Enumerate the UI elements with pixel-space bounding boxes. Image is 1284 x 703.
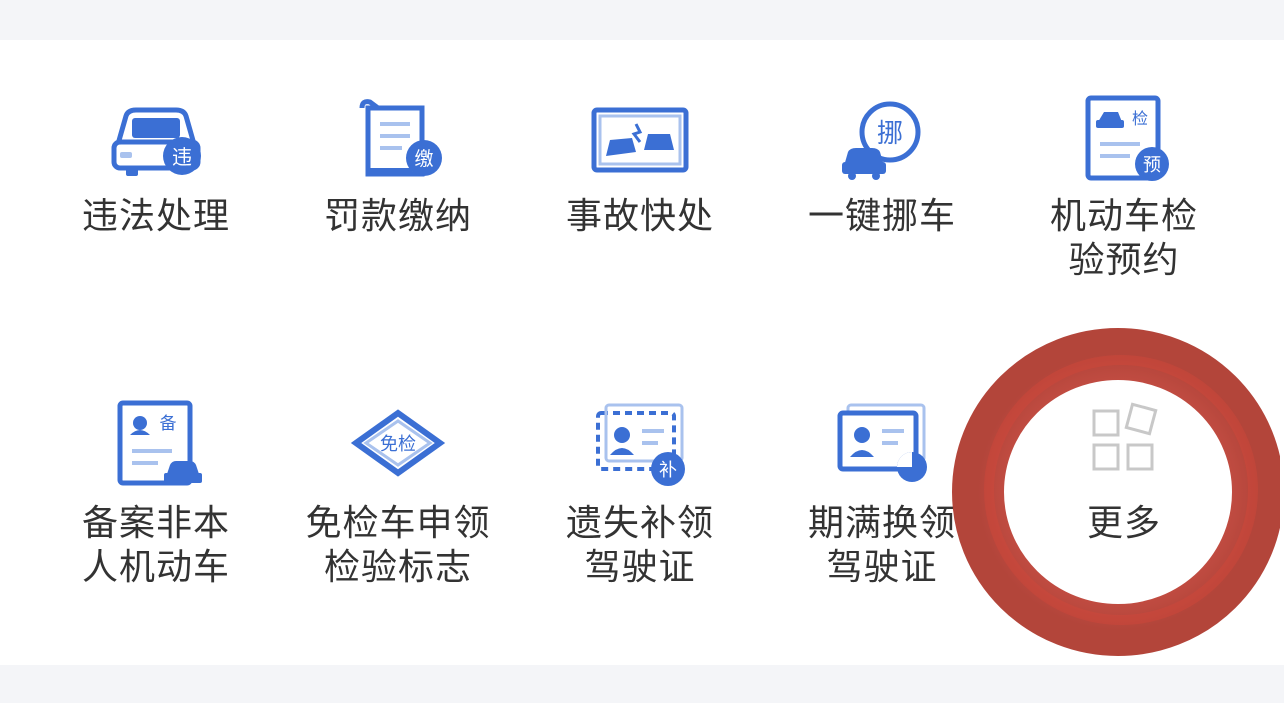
service-label: 违法处理 (81, 196, 230, 237)
exempt-diamond-icon: 免检 (350, 409, 446, 477)
service-more[interactable]: 更多 (1003, 344, 1245, 644)
service-label: 遗失补领 驾驶证 (565, 503, 714, 588)
lost-license-icon: 补 (596, 403, 685, 486)
violation-badge-text: 违 (172, 145, 192, 169)
car-violation-icon: 违 (111, 107, 201, 176)
move-car-badge-text: 挪 (877, 119, 903, 149)
renew-license-icon (837, 403, 927, 482)
service-replace-lost-license[interactable]: 补 遗失补领 驾驶证 (519, 344, 761, 644)
inspection-tag-text: 检 (1132, 109, 1148, 128)
service-label: 免检车申领 检验标志 (305, 503, 491, 588)
service-inspection-exempt-label[interactable]: 免检 免检车申领 检验标志 (277, 344, 519, 644)
booking-badge-text: 预 (1143, 155, 1161, 176)
register-tag-text: 备 (160, 414, 177, 434)
inspection-booking-icon: 检 预 (1085, 95, 1169, 181)
service-move-car[interactable]: 挪 一键挪车 (761, 40, 1003, 340)
service-vehicle-inspection-booking[interactable]: 检 预 机动车检 验预约 (1003, 40, 1245, 340)
exempt-badge-text: 免检 (380, 434, 416, 455)
more-grid-icon (1092, 402, 1158, 471)
service-fine-payment[interactable]: 缴 罚款缴纳 (277, 40, 519, 340)
service-label: 罚款缴纳 (323, 196, 472, 237)
service-renew-expired-license[interactable]: 期满换领 驾驶证 (761, 344, 1003, 644)
service-label: 备案非本 人机动车 (81, 503, 230, 588)
screen: 违 违法处理 缴 罚款缴纳 事故快处 挪 一键挪车 检 预 机动车检 验预约 备… (0, 0, 1284, 703)
replace-badge-text: 补 (659, 460, 677, 481)
service-grid: 违 违法处理 缴 罚款缴纳 事故快处 挪 一键挪车 检 预 机动车检 验预约 备… (0, 40, 1284, 665)
service-label: 事故快处 (565, 196, 714, 237)
scroll-payment-icon: 缴 (359, 99, 442, 177)
service-label: 更多 (1086, 503, 1161, 544)
service-panel: 违 违法处理 缴 罚款缴纳 事故快处 挪 一键挪车 检 预 机动车检 验预约 备… (0, 40, 1284, 665)
service-label: 一键挪车 (807, 196, 956, 237)
move-car-icon: 挪 (842, 101, 921, 180)
service-register-other-vehicle[interactable]: 备 备案非本 人机动车 (35, 344, 277, 644)
service-accident-quick[interactable]: 事故快处 (519, 40, 761, 340)
service-label: 期满换领 驾驶证 (807, 503, 956, 588)
top-spacer (0, 0, 1284, 40)
car-accident-icon (591, 107, 689, 173)
service-traffic-violation[interactable]: 违 违法处理 (35, 40, 277, 340)
bottom-spacer (0, 665, 1284, 703)
payment-badge-text: 缴 (414, 148, 433, 170)
service-label: 机动车检 验预约 (1049, 196, 1198, 281)
register-vehicle-icon: 备 (117, 400, 202, 486)
